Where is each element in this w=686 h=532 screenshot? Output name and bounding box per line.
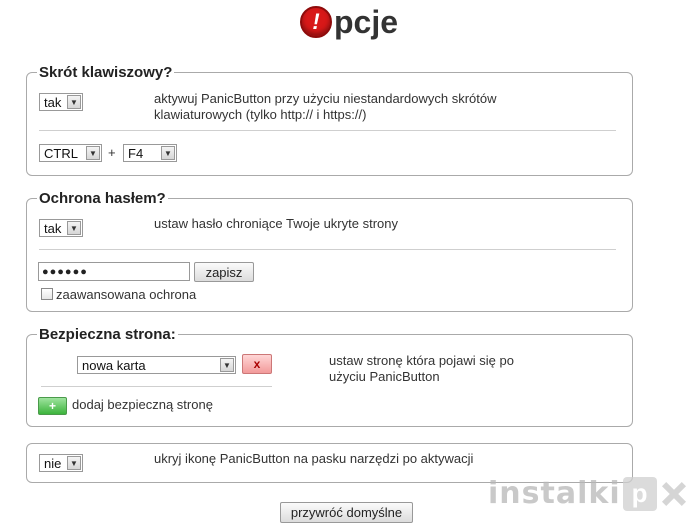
chevron-down-icon: ▼ bbox=[86, 146, 100, 160]
password-input[interactable]: ●●●●●● bbox=[38, 262, 190, 281]
shortcut-modifier-select[interactable]: CTRL ▼ bbox=[39, 144, 102, 162]
save-password-button[interactable]: zapisz bbox=[194, 262, 254, 282]
add-safe-page-button[interactable]: + bbox=[38, 397, 67, 415]
panic-button-logo-icon: ! bbox=[300, 6, 332, 38]
chevron-down-icon: ▼ bbox=[220, 358, 234, 372]
password-section-legend: Ochrona hasłem? bbox=[39, 190, 166, 207]
options-title: ! pcje bbox=[300, 6, 398, 38]
page-title: pcje bbox=[334, 4, 399, 40]
watermark-logo-icon: p bbox=[622, 476, 657, 511]
plus-icon: + bbox=[48, 399, 56, 413]
watermark-text: instalki bbox=[488, 476, 621, 511]
page-header: ! pcje bbox=[0, 6, 686, 46]
chevron-down-icon: ▼ bbox=[67, 456, 81, 470]
divider bbox=[39, 249, 616, 250]
divider bbox=[39, 130, 616, 131]
password-toggle-select[interactable]: tak ▼ bbox=[39, 219, 83, 237]
hide-icon-toggle-select[interactable]: nie ▼ bbox=[39, 454, 83, 472]
instalki-watermark: instalki p bbox=[488, 476, 686, 511]
close-icon: x bbox=[253, 357, 261, 371]
plus-sign: + bbox=[108, 145, 116, 160]
safe-page-select[interactable]: nowa karta ▼ bbox=[77, 356, 236, 374]
reset-defaults-button[interactable]: przywróć domyślne bbox=[280, 502, 413, 523]
safe-page-description: ustaw stronę która pojawi się po użyciu … bbox=[329, 353, 514, 384]
shortcut-description: aktywuj PanicButton przy użyciu niestand… bbox=[154, 91, 497, 122]
shortcut-section-legend: Skrót klawiszowy? bbox=[39, 64, 173, 81]
safe-page-section-legend: Bezpieczna strona: bbox=[39, 326, 176, 343]
chevron-down-icon: ▼ bbox=[161, 146, 175, 160]
advanced-protection-checkbox[interactable] bbox=[41, 288, 53, 300]
hide-icon-description: ukryj ikonę PanicButton na pasku narzędz… bbox=[154, 451, 474, 466]
shortcut-key-select[interactable]: F4 ▼ bbox=[123, 144, 177, 162]
chevron-down-icon: ▼ bbox=[67, 95, 81, 109]
watermark-x-icon bbox=[659, 480, 686, 508]
divider bbox=[41, 386, 272, 387]
add-safe-page-label: dodaj bezpieczną stronę bbox=[72, 397, 213, 412]
password-description: ustaw hasło chroniące Twoje ukryte stron… bbox=[154, 216, 398, 231]
chevron-down-icon: ▼ bbox=[67, 221, 81, 235]
remove-safe-page-button[interactable]: x bbox=[242, 354, 272, 374]
shortcut-toggle-select[interactable]: tak ▼ bbox=[39, 93, 83, 111]
advanced-protection-label: zaawansowana ochrona bbox=[56, 287, 197, 302]
